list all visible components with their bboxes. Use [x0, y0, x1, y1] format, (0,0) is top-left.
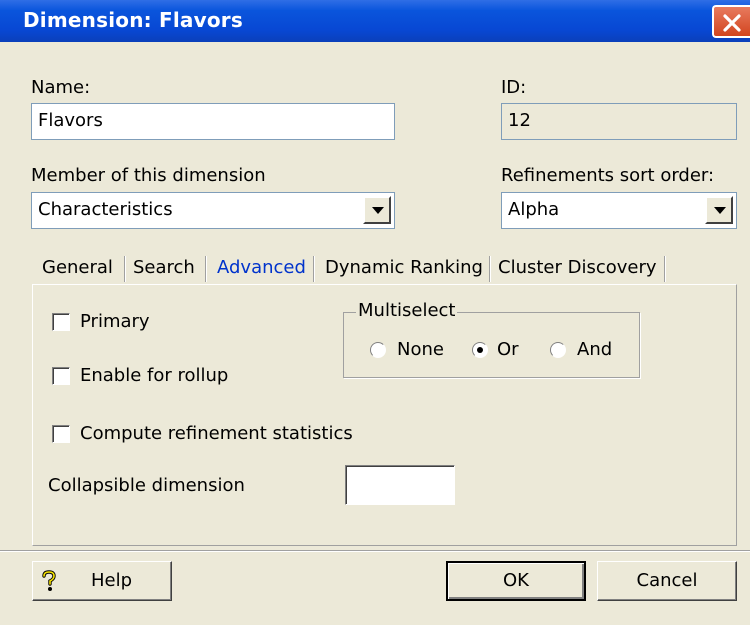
multiselect-none-label: None [397, 339, 444, 360]
collapsible-dimension-input[interactable] [345, 465, 455, 505]
member-dimension-select[interactable]: Characteristics [31, 192, 395, 229]
primary-label: Primary [80, 311, 150, 332]
ok-button[interactable]: OK [446, 561, 586, 601]
name-input[interactable]: Flavors [31, 103, 395, 140]
dialog-window: Dimension: Flavors Name: Flavors ID: 12 … [0, 0, 750, 625]
footer-divider [0, 550, 750, 552]
member-dimension-dropdown-button[interactable] [363, 196, 391, 224]
multiselect-or-label: Or [497, 339, 519, 360]
refinement-stats-checkbox[interactable] [52, 425, 70, 443]
sort-order-select[interactable]: Alpha [501, 192, 737, 229]
tab-cluster-discovery[interactable]: Cluster Discovery [498, 257, 657, 278]
refinement-stats-label: Compute refinement statistics [80, 423, 353, 444]
sort-order-value: Alpha [508, 199, 560, 220]
multiselect-and-radio[interactable] [550, 342, 566, 358]
name-label: Name: [31, 77, 91, 98]
tab-separator [313, 256, 315, 282]
help-question-icon [42, 570, 56, 591]
chevron-down-icon [372, 207, 384, 214]
tab-separator [124, 256, 126, 282]
tab-separator [489, 256, 491, 282]
multiselect-and-label: And [577, 339, 613, 360]
tab-general[interactable]: General [42, 257, 113, 278]
member-dimension-value: Characteristics [38, 199, 173, 220]
help-button[interactable]: Help [32, 561, 172, 601]
help-button-label: Help [91, 570, 133, 591]
collapsible-dimension-label: Collapsible dimension [48, 475, 245, 496]
id-field: 12 [501, 103, 737, 140]
multiselect-or-radio[interactable] [472, 342, 488, 358]
enable-rollup-checkbox[interactable] [52, 367, 70, 385]
tab-search[interactable]: Search [133, 257, 195, 278]
title-bar[interactable]: Dimension: Flavors [0, 0, 750, 42]
primary-checkbox[interactable] [52, 313, 70, 331]
close-icon [723, 14, 741, 32]
tab-separator [664, 256, 666, 282]
sort-order-label: Refinements sort order: [501, 165, 715, 186]
tab-dynamic-ranking[interactable]: Dynamic Ranking [325, 257, 483, 278]
close-button[interactable] [712, 5, 750, 38]
tab-advanced[interactable]: Advanced [217, 257, 306, 278]
multiselect-label: Multiselect [356, 300, 458, 321]
id-label: ID: [501, 77, 527, 98]
multiselect-none-radio[interactable] [370, 342, 386, 358]
window-title: Dimension: Flavors [23, 8, 243, 32]
chevron-down-icon [714, 207, 726, 214]
cancel-button[interactable]: Cancel [597, 561, 737, 601]
member-dimension-label: Member of this dimension [31, 165, 266, 186]
tab-separator [205, 256, 207, 282]
enable-rollup-label: Enable for rollup [80, 365, 229, 386]
sort-order-dropdown-button[interactable] [705, 196, 733, 224]
